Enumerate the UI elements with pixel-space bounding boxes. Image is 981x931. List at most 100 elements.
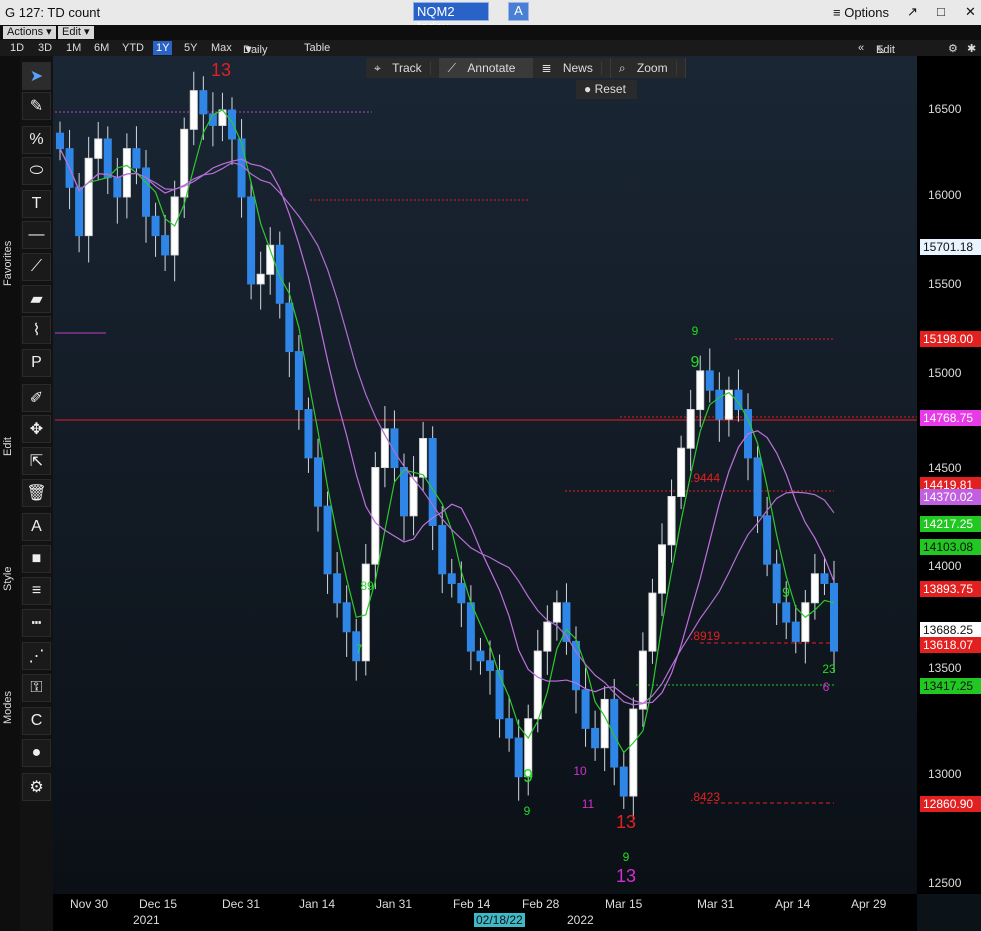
td-count-label: 9	[623, 850, 630, 864]
candle-body	[294, 351, 303, 411]
candle-body	[505, 718, 514, 739]
price-badge: 15701.18	[920, 239, 981, 255]
candle-body	[189, 90, 198, 130]
track-button[interactable]: ⌖ Track	[366, 58, 440, 78]
candle-body	[791, 621, 800, 642]
candle-body	[801, 602, 810, 642]
candle-body	[667, 496, 676, 546]
y-tick: 14500	[928, 461, 962, 475]
price-badge: 13893.75	[920, 581, 981, 597]
candle-body	[447, 573, 456, 584]
candle-body	[84, 157, 93, 237]
candle-body	[285, 302, 294, 353]
y-tick: 16500	[928, 102, 962, 116]
candle-body	[333, 573, 342, 604]
candle-body	[199, 90, 208, 115]
candle-body	[419, 438, 428, 478]
annotate-button[interactable]: ⟋ Annotate	[439, 58, 534, 78]
candle-body	[122, 148, 131, 198]
candle-body	[400, 467, 408, 517]
candle-body	[275, 244, 284, 304]
price-badge: 13417.25	[920, 678, 981, 694]
candle-body	[591, 727, 600, 749]
candle-body	[610, 698, 619, 768]
candle-body	[763, 515, 772, 565]
y-tick: 15500	[928, 277, 962, 291]
candle-body	[161, 235, 170, 256]
td-count-label: 6	[823, 680, 830, 694]
candle-body	[715, 389, 724, 420]
fib-label: .8423	[690, 790, 721, 804]
candle-body	[151, 215, 160, 237]
y-tick: 14000	[928, 559, 962, 573]
td-count-label: 13	[616, 866, 636, 886]
td-count-label: 9	[782, 584, 790, 600]
news-button[interactable]: ≣ News	[533, 58, 611, 78]
candle-body	[103, 138, 112, 179]
candle-body	[304, 409, 313, 459]
candle-body	[600, 698, 609, 749]
y-tick: 12500	[928, 876, 962, 890]
candle-body	[820, 573, 829, 584]
annotate-label: Annotate	[459, 61, 525, 75]
candle-body	[56, 132, 64, 150]
candle-body	[638, 650, 647, 710]
td-count-label: 23	[822, 662, 836, 676]
candle-body	[132, 148, 141, 169]
candle-body	[581, 689, 590, 729]
candle-body	[113, 177, 122, 198]
x-tick: Mar 15	[605, 897, 643, 911]
y-tick: 13500	[928, 661, 962, 675]
x-tick: Dec 31	[222, 897, 261, 911]
candle-body	[753, 457, 762, 517]
price-chart[interactable]: 13 89 7 9 9 10 11 13 13 9 9 9 9 23 6	[0, 0, 981, 931]
floating-toolbar: ⌖ Track ⟋ Annotate ≣ News ⌕ Zoom	[366, 58, 686, 78]
candle-body	[696, 370, 705, 411]
candle-body	[428, 438, 437, 526]
candle-body	[495, 669, 504, 720]
candle-body	[476, 650, 485, 662]
zoom-button[interactable]: ⌕ Zoom	[611, 58, 686, 78]
news-label: News	[554, 61, 602, 75]
price-badge: 14217.25	[920, 516, 981, 532]
price-badge: 14370.02	[920, 489, 981, 505]
td-count-label: 9	[691, 354, 700, 371]
candle-body	[228, 109, 236, 140]
candle-body	[543, 621, 552, 652]
candle-body	[466, 602, 475, 652]
track-label: Track	[384, 61, 431, 75]
candle-body	[342, 602, 351, 633]
candle-body	[486, 660, 494, 671]
price-badge: 12860.90	[920, 796, 981, 812]
reset-button[interactable]: ● Reset	[576, 80, 637, 99]
zoom-label: Zoom	[628, 61, 677, 75]
td-count-label: 10	[573, 764, 587, 778]
y-tick: 13000	[928, 767, 962, 781]
y-tick: 15000	[928, 366, 962, 380]
td-count-label: 11	[582, 797, 595, 811]
candle-body	[705, 370, 714, 391]
x-tick: Dec 15	[139, 897, 178, 911]
x-tick: Mar 31	[697, 897, 735, 911]
x-tick: Feb 28	[522, 897, 560, 911]
reset-label: Reset	[594, 82, 626, 96]
x-year: 2022	[567, 913, 594, 927]
td-count-label: 9	[524, 804, 531, 818]
candle-body	[658, 544, 666, 594]
td-count-label: 9	[692, 324, 699, 338]
candle-body	[457, 582, 466, 604]
price-badge: 13688.25	[920, 622, 981, 638]
td-count-label: 89	[360, 579, 374, 593]
candle-body	[94, 138, 103, 159]
candle-body	[830, 582, 838, 652]
price-badge: 15198.00	[920, 331, 981, 347]
candle-body	[256, 273, 265, 285]
x-tick: Feb 14	[453, 897, 491, 911]
candle-body	[371, 467, 380, 565]
candle-body	[619, 766, 628, 797]
td-count-label: 9	[523, 766, 533, 786]
candle-body	[629, 708, 638, 797]
x-tick: Jan 31	[376, 897, 413, 911]
fib-label: .9444	[690, 471, 721, 485]
y-tick: 16000	[928, 188, 962, 202]
